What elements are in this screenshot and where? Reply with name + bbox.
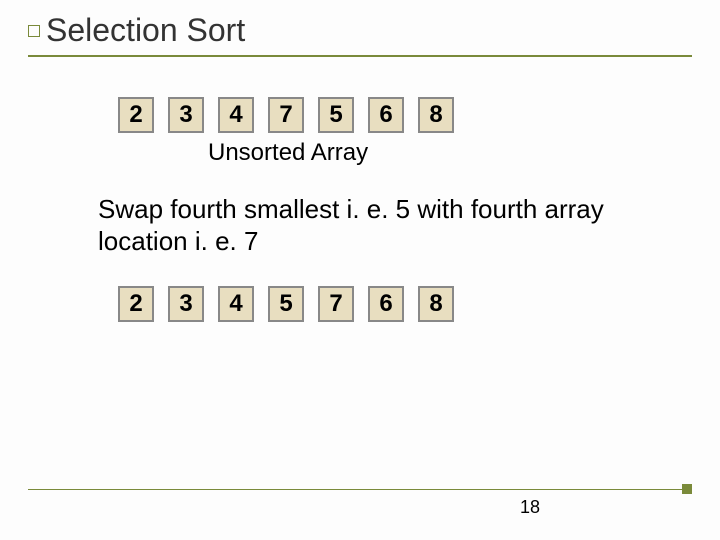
array-cell: 2 [118, 286, 154, 322]
step-description: Swap fourth smallest i. e. 5 with fourth… [98, 193, 632, 258]
title-bullet-icon [28, 25, 40, 37]
array-cell: 7 [268, 97, 304, 133]
array-cell: 4 [218, 97, 254, 133]
array-cell: 3 [168, 97, 204, 133]
array-cell: 6 [368, 286, 404, 322]
page-number: 18 [520, 497, 540, 518]
array-cell: 5 [318, 97, 354, 133]
footer-accent-icon [682, 484, 692, 494]
array-after: 2 3 4 5 7 6 8 [118, 286, 692, 322]
array-cell: 7 [318, 286, 354, 322]
array-cell: 8 [418, 97, 454, 133]
array-before: 2 3 4 7 5 6 8 [118, 97, 692, 133]
title-bar: Selection Sort [28, 12, 692, 49]
array-cell: 8 [418, 286, 454, 322]
footer-rule [28, 489, 692, 491]
title-underline [28, 55, 692, 57]
array-cell: 4 [218, 286, 254, 322]
array-cell: 2 [118, 97, 154, 133]
slide-title: Selection Sort [46, 12, 245, 49]
array-cell: 5 [268, 286, 304, 322]
array-caption: Unsorted Array [208, 139, 692, 167]
array-cell: 3 [168, 286, 204, 322]
array-cell: 6 [368, 97, 404, 133]
slide: Selection Sort 2 3 4 7 5 6 8 Unsorted Ar… [0, 0, 720, 540]
